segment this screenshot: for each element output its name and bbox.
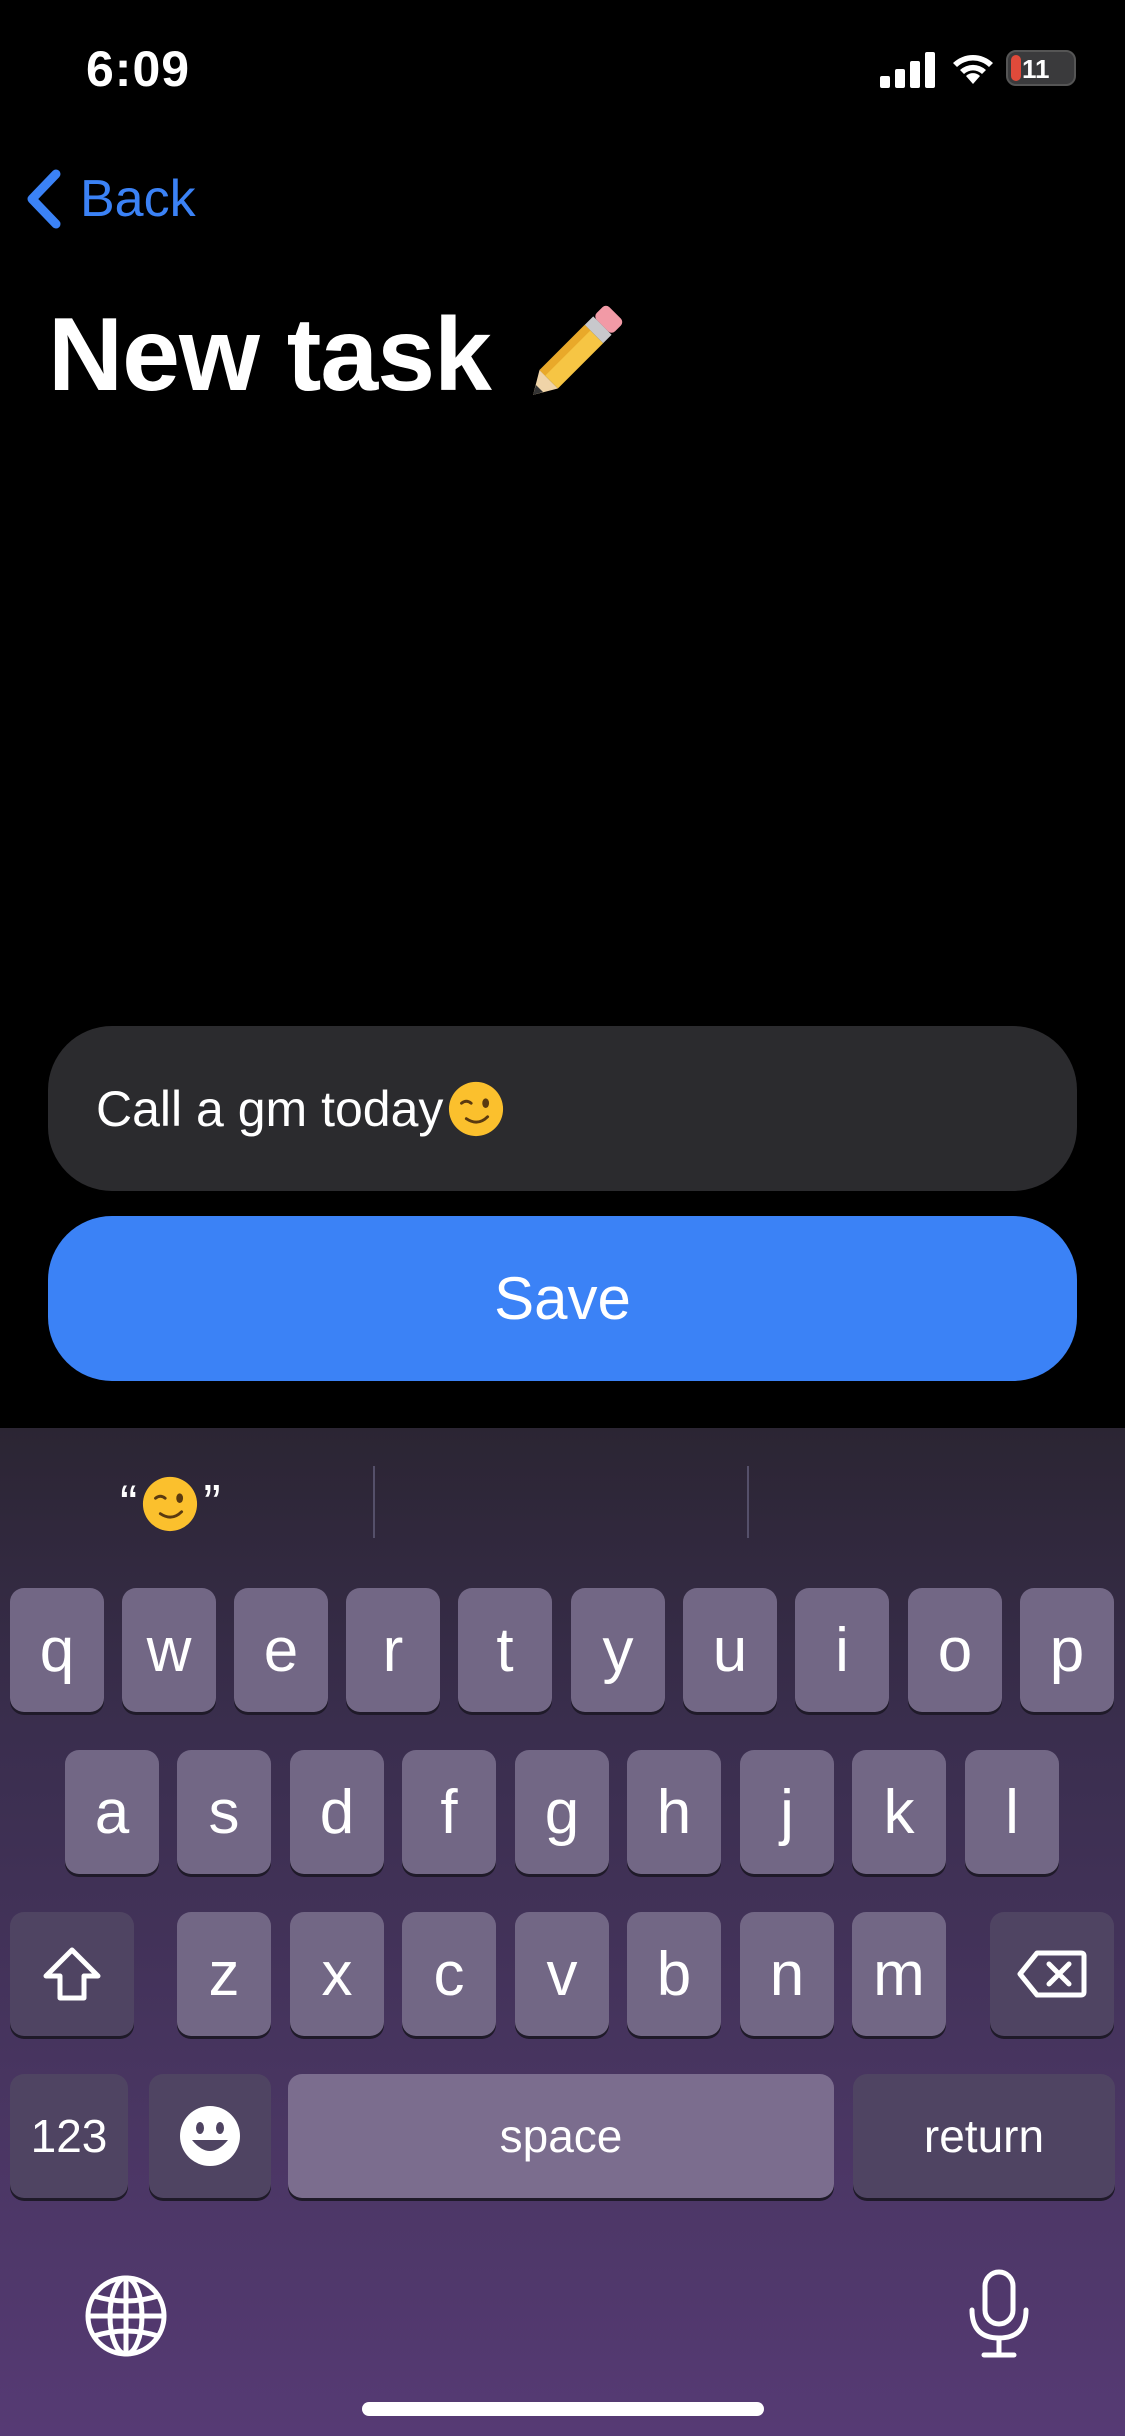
key-r[interactable]: r: [346, 1588, 440, 1712]
key-k[interactable]: k: [852, 1750, 946, 1874]
key-l[interactable]: l: [965, 1750, 1059, 1874]
shift-icon: [43, 1947, 101, 2001]
key-q[interactable]: q: [10, 1588, 104, 1712]
suggestion-emoji[interactable]: “ ”: [120, 1474, 221, 1534]
delete-backspace-icon: [1017, 1950, 1087, 1998]
key-b[interactable]: b: [627, 1912, 721, 2036]
emoji-face-icon: [180, 2106, 240, 2166]
chevron-left-icon: [27, 169, 61, 229]
key-p[interactable]: p: [1020, 1588, 1114, 1712]
key-w[interactable]: w: [122, 1588, 216, 1712]
wifi-icon: [953, 55, 993, 84]
save-button[interactable]: Save: [48, 1216, 1077, 1381]
task-input[interactable]: Call a gm today: [48, 1026, 1077, 1191]
suggestion-open-quote: “: [120, 1475, 138, 1533]
suggestion-divider: [373, 1466, 375, 1538]
winking-face-icon: [143, 1476, 198, 1532]
key-x[interactable]: x: [290, 1912, 384, 2036]
key-d[interactable]: d: [290, 1750, 384, 1874]
key-y[interactable]: y: [571, 1588, 665, 1712]
page-title-text: New task: [48, 297, 492, 413]
return-key[interactable]: return: [853, 2074, 1115, 2198]
space-key[interactable]: space: [288, 2074, 834, 2198]
key-h[interactable]: h: [627, 1750, 721, 1874]
key-s[interactable]: s: [177, 1750, 271, 1874]
delete-key[interactable]: [990, 1912, 1114, 2036]
key-z[interactable]: z: [177, 1912, 271, 2036]
key-i[interactable]: i: [795, 1588, 889, 1712]
key-j[interactable]: j: [740, 1750, 834, 1874]
suggestion-close-quote: ”: [203, 1475, 221, 1533]
home-indicator: [362, 2402, 764, 2416]
key-t[interactable]: t: [458, 1588, 552, 1712]
shift-key[interactable]: [10, 1912, 134, 2036]
key-v[interactable]: v: [515, 1912, 609, 2036]
emoji-key[interactable]: [149, 2074, 271, 2198]
battery-icon: 11: [1006, 50, 1076, 86]
key-g[interactable]: g: [515, 1750, 609, 1874]
cellular-signal-icon: [880, 52, 935, 88]
page-title: New task: [48, 296, 627, 415]
globe-icon[interactable]: [84, 2274, 168, 2358]
winking-face-icon: [449, 1081, 504, 1136]
battery-level: 11: [1022, 54, 1050, 84]
key-n[interactable]: n: [740, 1912, 834, 2036]
back-button[interactable]: Back: [24, 164, 196, 234]
key-m[interactable]: m: [852, 1912, 946, 2036]
numbers-key[interactable]: 123: [10, 2074, 128, 2198]
microphone-icon[interactable]: [964, 2268, 1034, 2360]
key-c[interactable]: c: [402, 1912, 496, 2036]
back-label: Back: [80, 170, 196, 228]
suggestion-divider: [747, 1466, 749, 1538]
key-e[interactable]: e: [234, 1588, 328, 1712]
pencil-icon: [532, 305, 623, 395]
status-time: 6:09: [86, 41, 191, 97]
task-input-value: Call a gm today: [96, 1080, 444, 1137]
keyboard: “ ” q w e r t y u i o p a s d f g h j k …: [0, 1428, 1125, 2436]
key-f[interactable]: f: [402, 1750, 496, 1874]
key-u[interactable]: u: [683, 1588, 777, 1712]
key-a[interactable]: a: [65, 1750, 159, 1874]
key-o[interactable]: o: [908, 1588, 1002, 1712]
